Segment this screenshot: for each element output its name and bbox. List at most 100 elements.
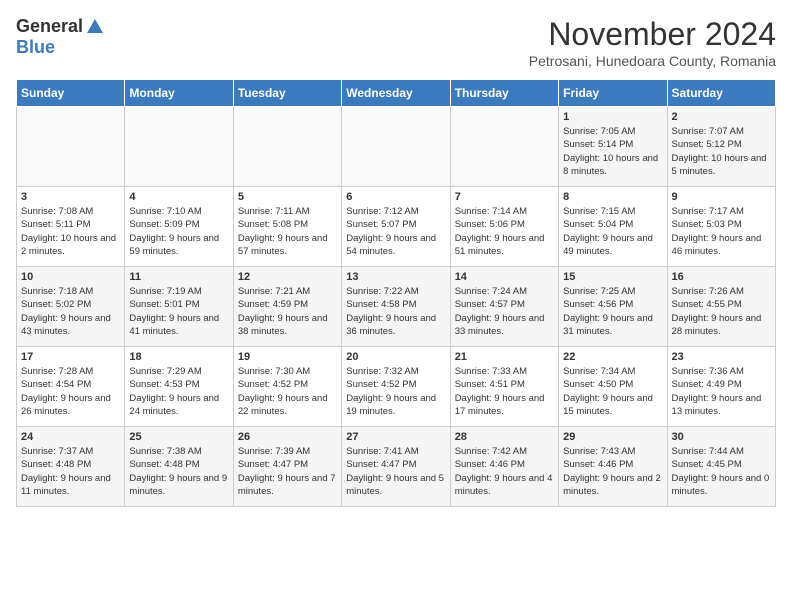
- day-number: 10: [21, 271, 120, 283]
- calendar-day-header: Friday: [559, 80, 667, 107]
- day-number: 26: [238, 431, 337, 443]
- logo-icon: [85, 17, 105, 37]
- calendar-day-header: Monday: [125, 80, 233, 107]
- day-number: 5: [238, 191, 337, 203]
- day-number: 28: [455, 431, 554, 443]
- day-number: 21: [455, 351, 554, 363]
- day-number: 20: [346, 351, 445, 363]
- calendar-cell: 8 Sunrise: 7:15 AM Sunset: 5:04 PM Daylig…: [559, 187, 667, 267]
- day-number: 1: [563, 111, 662, 123]
- calendar-cell: [342, 107, 450, 187]
- calendar-cell: 5 Sunrise: 7:11 AM Sunset: 5:08 PM Daylig…: [233, 187, 341, 267]
- day-number: 4: [129, 191, 228, 203]
- calendar-cell: [125, 107, 233, 187]
- calendar-cell: 28 Sunrise: 7:42 AM Sunset: 4:46 PM Dayli…: [450, 427, 558, 507]
- calendar-cell: 2Sunrise: 7:07 AM Sunset: 5:12 PM Daylig…: [667, 107, 775, 187]
- title-block: November 2024 Petrosani, Hunedoara Count…: [529, 16, 776, 69]
- calendar-cell: 19 Sunrise: 7:30 AM Sunset: 4:52 PM Dayli…: [233, 347, 341, 427]
- day-number: 6: [346, 191, 445, 203]
- calendar-cell: 27 Sunrise: 7:41 AM Sunset: 4:47 PM Dayli…: [342, 427, 450, 507]
- day-number: 12: [238, 271, 337, 283]
- calendar-cell: 20 Sunrise: 7:32 AM Sunset: 4:52 PM Dayli…: [342, 347, 450, 427]
- day-number: 27: [346, 431, 445, 443]
- day-info: Sunrise: 7:14 AM Sunset: 5:06 PM Dayligh…: [455, 205, 554, 258]
- calendar-day-header: Tuesday: [233, 80, 341, 107]
- day-number: 3: [21, 191, 120, 203]
- calendar-cell: 1 Sunrise: 7:05 AM Sunset: 5:14 PM Daylig…: [559, 107, 667, 187]
- calendar-cell: 18Sunrise: 7:29 AM Sunset: 4:53 PM Dayli…: [125, 347, 233, 427]
- day-info: Sunrise: 7:38 AM Sunset: 4:48 PM Dayligh…: [129, 445, 228, 498]
- calendar-table: SundayMondayTuesdayWednesdayThursdayFrid…: [16, 79, 776, 507]
- day-info: Sunrise: 7:36 AM Sunset: 4:49 PM Dayligh…: [672, 365, 771, 418]
- day-info: Sunrise: 7:17 AM Sunset: 5:03 PM Dayligh…: [672, 205, 771, 258]
- day-number: 11: [129, 271, 228, 283]
- day-info: Sunrise: 7:05 AM Sunset: 5:14 PM Dayligh…: [563, 125, 662, 178]
- day-number: 22: [563, 351, 662, 363]
- day-number: 15: [563, 271, 662, 283]
- day-info: Sunrise: 7:41 AM Sunset: 4:47 PM Dayligh…: [346, 445, 445, 498]
- day-info: Sunrise: 7:33 AM Sunset: 4:51 PM Dayligh…: [455, 365, 554, 418]
- day-info: Sunrise: 7:28 AM Sunset: 4:54 PM Dayligh…: [21, 365, 120, 418]
- calendar-cell: [233, 107, 341, 187]
- calendar-cell: 11 Sunrise: 7:19 AM Sunset: 5:01 PM Dayli…: [125, 267, 233, 347]
- calendar-header-row: SundayMondayTuesdayWednesdayThursdayFrid…: [17, 80, 776, 107]
- day-info: Sunrise: 7:15 AM Sunset: 5:04 PM Dayligh…: [563, 205, 662, 258]
- month-title: November 2024: [529, 16, 776, 53]
- day-number: 16: [672, 271, 771, 283]
- calendar-cell: 12Sunrise: 7:21 AM Sunset: 4:59 PM Dayli…: [233, 267, 341, 347]
- calendar-cell: 30 Sunrise: 7:44 AM Sunset: 4:45 PM Dayli…: [667, 427, 775, 507]
- day-info: Sunrise: 7:19 AM Sunset: 5:01 PM Dayligh…: [129, 285, 228, 338]
- day-info: Sunrise: 7:34 AM Sunset: 4:50 PM Dayligh…: [563, 365, 662, 418]
- calendar-week-row: 10 Sunrise: 7:18 AM Sunset: 5:02 PM Dayli…: [17, 267, 776, 347]
- day-number: 23: [672, 351, 771, 363]
- day-info: Sunrise: 7:22 AM Sunset: 4:58 PM Dayligh…: [346, 285, 445, 338]
- calendar-day-header: Thursday: [450, 80, 558, 107]
- calendar-cell: 25 Sunrise: 7:38 AM Sunset: 4:48 PM Dayli…: [125, 427, 233, 507]
- day-number: 9: [672, 191, 771, 203]
- day-info: Sunrise: 7:44 AM Sunset: 4:45 PM Dayligh…: [672, 445, 771, 498]
- calendar-cell: 3 Sunrise: 7:08 AM Sunset: 5:11 PM Daylig…: [17, 187, 125, 267]
- day-info: Sunrise: 7:08 AM Sunset: 5:11 PM Dayligh…: [21, 205, 120, 258]
- day-number: 2: [672, 111, 771, 123]
- day-number: 7: [455, 191, 554, 203]
- calendar-cell: 24Sunrise: 7:37 AM Sunset: 4:48 PM Dayli…: [17, 427, 125, 507]
- calendar-cell: 22 Sunrise: 7:34 AM Sunset: 4:50 PM Dayli…: [559, 347, 667, 427]
- day-number: 25: [129, 431, 228, 443]
- calendar-cell: 17 Sunrise: 7:28 AM Sunset: 4:54 PM Dayli…: [17, 347, 125, 427]
- day-info: Sunrise: 7:42 AM Sunset: 4:46 PM Dayligh…: [455, 445, 554, 498]
- calendar-cell: 23 Sunrise: 7:36 AM Sunset: 4:49 PM Dayli…: [667, 347, 775, 427]
- calendar-day-header: Wednesday: [342, 80, 450, 107]
- day-info: Sunrise: 7:18 AM Sunset: 5:02 PM Dayligh…: [21, 285, 120, 338]
- day-number: 17: [21, 351, 120, 363]
- day-number: 30: [672, 431, 771, 443]
- day-info: Sunrise: 7:30 AM Sunset: 4:52 PM Dayligh…: [238, 365, 337, 418]
- calendar-cell: 9 Sunrise: 7:17 AM Sunset: 5:03 PM Daylig…: [667, 187, 775, 267]
- day-info: Sunrise: 7:26 AM Sunset: 4:55 PM Dayligh…: [672, 285, 771, 338]
- calendar-cell: [450, 107, 558, 187]
- calendar-cell: 7 Sunrise: 7:14 AM Sunset: 5:06 PM Daylig…: [450, 187, 558, 267]
- calendar-cell: 10 Sunrise: 7:18 AM Sunset: 5:02 PM Dayli…: [17, 267, 125, 347]
- calendar-cell: 4Sunrise: 7:10 AM Sunset: 5:09 PM Daylig…: [125, 187, 233, 267]
- logo-blue-text: Blue: [16, 37, 55, 58]
- calendar-week-row: 1 Sunrise: 7:05 AM Sunset: 5:14 PM Daylig…: [17, 107, 776, 187]
- day-info: Sunrise: 7:32 AM Sunset: 4:52 PM Dayligh…: [346, 365, 445, 418]
- calendar-cell: 15 Sunrise: 7:25 AM Sunset: 4:56 PM Dayli…: [559, 267, 667, 347]
- day-number: 24: [21, 431, 120, 443]
- subtitle: Petrosani, Hunedoara County, Romania: [529, 53, 776, 69]
- day-number: 14: [455, 271, 554, 283]
- logo: General Blue: [16, 16, 105, 58]
- calendar-cell: 21 Sunrise: 7:33 AM Sunset: 4:51 PM Dayli…: [450, 347, 558, 427]
- day-info: Sunrise: 7:25 AM Sunset: 4:56 PM Dayligh…: [563, 285, 662, 338]
- day-number: 8: [563, 191, 662, 203]
- calendar-cell: 13Sunrise: 7:22 AM Sunset: 4:58 PM Dayli…: [342, 267, 450, 347]
- day-info: Sunrise: 7:24 AM Sunset: 4:57 PM Dayligh…: [455, 285, 554, 338]
- day-info: Sunrise: 7:12 AM Sunset: 5:07 PM Dayligh…: [346, 205, 445, 258]
- day-info: Sunrise: 7:11 AM Sunset: 5:08 PM Dayligh…: [238, 205, 337, 258]
- calendar-cell: [17, 107, 125, 187]
- calendar-day-header: Saturday: [667, 80, 775, 107]
- day-info: Sunrise: 7:43 AM Sunset: 4:46 PM Dayligh…: [563, 445, 662, 498]
- calendar-cell: 16 Sunrise: 7:26 AM Sunset: 4:55 PM Dayli…: [667, 267, 775, 347]
- calendar-week-row: 3 Sunrise: 7:08 AM Sunset: 5:11 PM Daylig…: [17, 187, 776, 267]
- day-info: Sunrise: 7:29 AM Sunset: 4:53 PM Dayligh…: [129, 365, 228, 418]
- day-number: 19: [238, 351, 337, 363]
